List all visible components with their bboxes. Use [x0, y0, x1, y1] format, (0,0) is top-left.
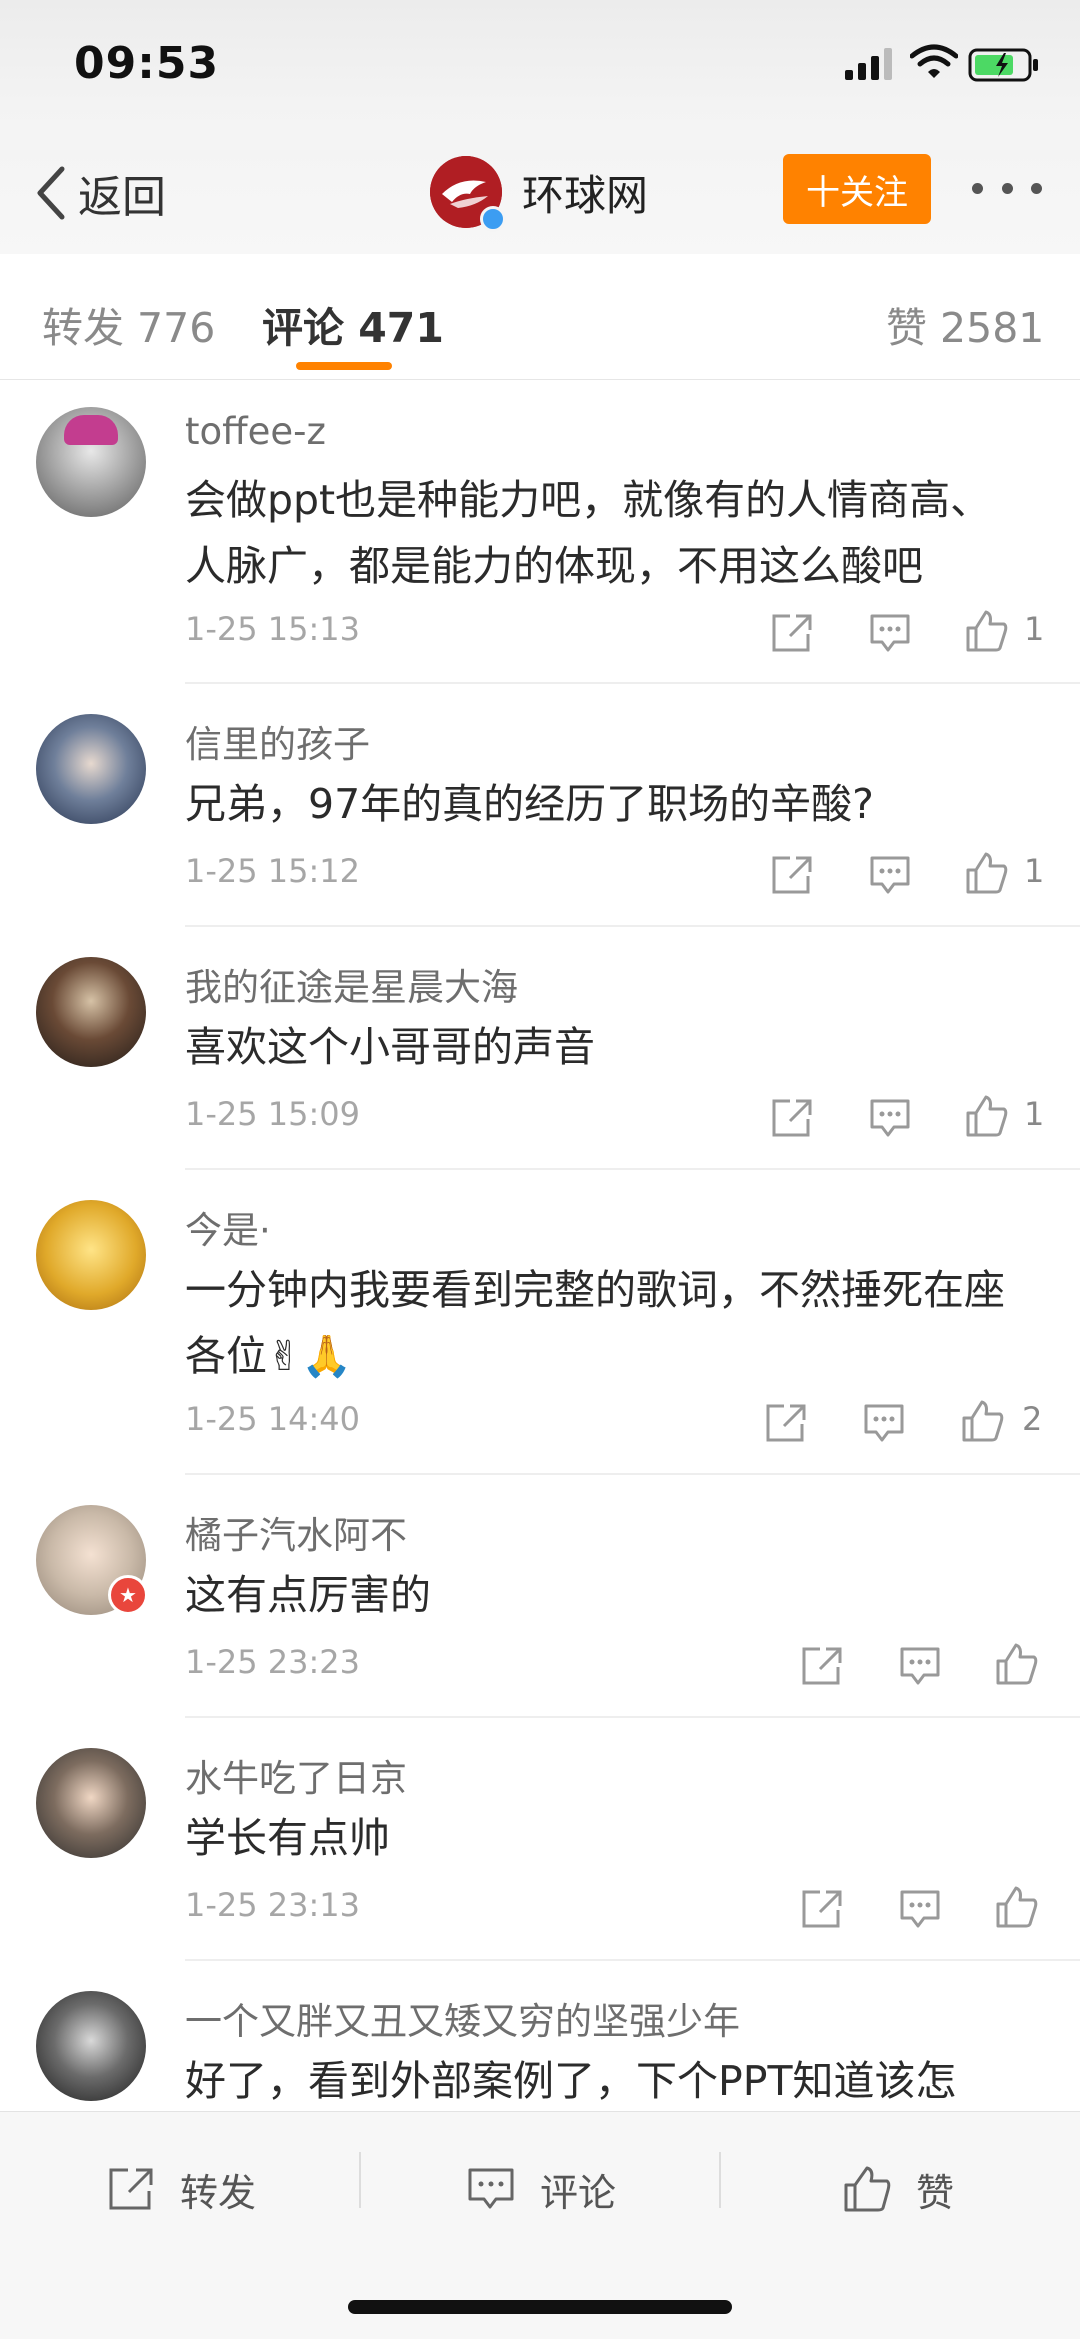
status-time: 09:53: [74, 38, 220, 89]
account-header[interactable]: 环球网: [430, 152, 648, 232]
avatar[interactable]: [36, 1748, 146, 1858]
like-count: 1: [1024, 1095, 1045, 1133]
nav-bar: 返回 环球网 十关注: [0, 140, 1080, 250]
bottom-divider: [719, 2152, 721, 2208]
comment-text: 好了，看到外部案例了，下个PPT知道该怎: [185, 2057, 957, 2105]
home-indicator: [348, 2300, 732, 2314]
comment-text: 一分钟内我要看到完整的歌词，不然捶死在座各位✌🙏: [185, 1266, 1005, 1380]
comment-item: 水牛吃了日京 学长有点帅 1-25 23:13: [0, 1718, 1080, 1961]
comment-time: 1-25 14:40: [185, 1400, 361, 1438]
tab-like[interactable]: 赞 2581: [886, 294, 1044, 354]
comment-time: 1-25 15:13: [185, 610, 361, 648]
username[interactable]: 橘子汽水阿不: [185, 1505, 407, 1559]
username[interactable]: toffee-z: [185, 410, 326, 453]
comment-icon[interactable]: [868, 854, 912, 896]
avatar[interactable]: [36, 714, 146, 824]
comment-text: 这有点厉害的: [185, 1571, 431, 1619]
comment-item: toffee-z 会做ppt也是种能力吧，就像有的人情商高、人脉广，都是能力的体…: [0, 380, 1080, 684]
like-icon: [844, 2166, 891, 2212]
comment-icon[interactable]: [898, 1888, 942, 1930]
username[interactable]: 一个又胖又丑又矮又穷的坚强少年: [185, 1991, 740, 2045]
avatar[interactable]: [36, 1991, 146, 2101]
tab-repost[interactable]: 转发 776: [42, 294, 215, 354]
like-icon[interactable]: [960, 1400, 1004, 1442]
bottom-divider: [359, 2152, 361, 2208]
back-button[interactable]: 返回: [30, 158, 166, 228]
like-count: 2: [1022, 1400, 1043, 1438]
comment-item: 我的征途是星晨大海 喜欢这个小哥哥的声音 1-25 15:09 1: [0, 927, 1080, 1170]
share-icon[interactable]: [800, 1888, 844, 1930]
share-icon: [109, 2168, 153, 2210]
status-bar: 09:53: [0, 0, 1080, 130]
account-avatar: [430, 156, 506, 232]
comment-item: ★ 橘子汽水阿不 这有点厉害的 1-25 23:23: [0, 1475, 1080, 1718]
wifi-icon: [910, 44, 958, 78]
avatar[interactable]: [36, 1200, 146, 1310]
repost-label: 转发: [180, 2170, 257, 2215]
like-icon[interactable]: [964, 1095, 1008, 1137]
like-icon[interactable]: [994, 1886, 1038, 1928]
top-area: 09:53 返回 环球网 十关注: [0, 0, 1080, 254]
comment-text: 兄弟，97年的真的经历了职场的辛酸?: [185, 780, 874, 828]
like-label: 赞: [916, 2170, 955, 2215]
avatar[interactable]: [36, 407, 146, 517]
share-icon[interactable]: [770, 1097, 814, 1139]
username[interactable]: 信里的孩子: [185, 714, 370, 768]
comment-time: 1-25 23:13: [185, 1886, 361, 1924]
comment-label: 评论: [540, 2170, 617, 2215]
back-label: 返回: [78, 172, 166, 223]
username[interactable]: 今是·: [185, 1200, 271, 1254]
more-icon[interactable]: [972, 168, 1042, 208]
share-icon[interactable]: [764, 1402, 808, 1444]
comment-text: 喜欢这个小哥哥的声音: [185, 1023, 595, 1071]
comment-text: 会做ppt也是种能力吧，就像有的人情商高、人脉广，都是能力的体现，不用这么酸吧: [185, 476, 992, 590]
username[interactable]: 水牛吃了日京: [185, 1748, 407, 1802]
comment-time: 1-25 23:23: [185, 1643, 361, 1681]
username[interactable]: 我的征途是星晨大海: [185, 957, 518, 1011]
tab-comment[interactable]: 评论 471: [262, 294, 444, 354]
verified-badge-icon: [480, 206, 506, 232]
comment-text: 学长有点帅: [185, 1814, 390, 1862]
comment-item: 今是· 一分钟内我要看到完整的歌词，不然捶死在座各位✌🙏 1-25 14:40 …: [0, 1170, 1080, 1475]
like-button[interactable]: 赞: [842, 2154, 954, 2224]
comment-button[interactable]: 评论: [466, 2154, 616, 2224]
comment-icon[interactable]: [862, 1402, 906, 1444]
tab-bar: 转发 776 评论 471 赞 2581: [0, 254, 1080, 380]
comment-list: toffee-z 会做ppt也是种能力吧，就像有的人情商高、人脉广，都是能力的体…: [0, 380, 1080, 2111]
comment-time: 1-25 15:09: [185, 1095, 361, 1133]
share-icon[interactable]: [770, 612, 814, 654]
like-count: 1: [1024, 610, 1045, 648]
like-icon[interactable]: [964, 610, 1008, 652]
avatar[interactable]: [36, 957, 146, 1067]
comment-icon[interactable]: [898, 1645, 942, 1687]
comment-item: 一个又胖又丑又矮又穷的坚强少年 好了，看到外部案例了，下个PPT知道该怎: [0, 1961, 1080, 2111]
battery-icon: [968, 48, 1038, 82]
signal-icon: [845, 48, 892, 80]
tab-underline: [296, 362, 392, 370]
repost-button[interactable]: 转发: [106, 2154, 256, 2224]
like-icon[interactable]: [994, 1643, 1038, 1685]
comment-item: 信里的孩子 兄弟，97年的真的经历了职场的辛酸? 1-25 15:12 1: [0, 684, 1080, 927]
share-icon[interactable]: [800, 1645, 844, 1687]
like-icon[interactable]: [964, 852, 1008, 894]
account-name: 环球网: [522, 170, 649, 220]
comment-icon[interactable]: [868, 1097, 912, 1139]
back-chevron-icon: [37, 166, 65, 220]
comment-time: 1-25 15:12: [185, 852, 361, 890]
comment-icon[interactable]: [868, 612, 912, 654]
like-count: 1: [1024, 852, 1045, 890]
share-icon[interactable]: [770, 854, 814, 896]
comment-icon: [468, 2168, 514, 2209]
follow-button[interactable]: 十关注: [783, 154, 931, 224]
member-badge-icon: ★: [108, 1575, 148, 1615]
